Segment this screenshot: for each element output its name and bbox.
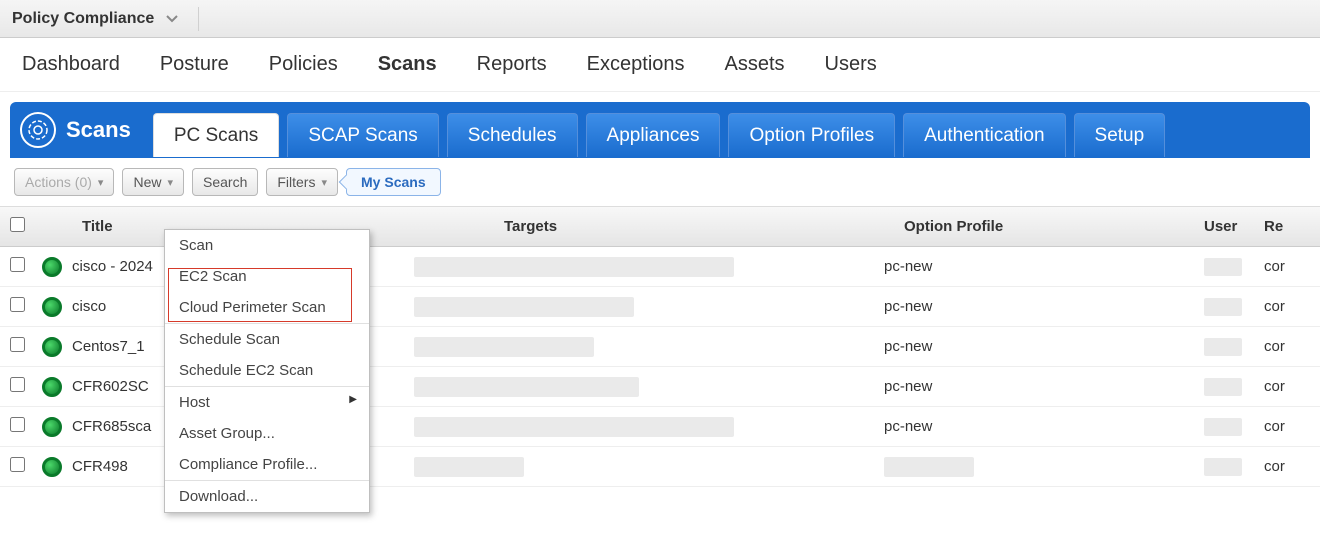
status-dot-icon [42,257,62,277]
user-value [1204,378,1242,396]
new-dropdown-menu: ScanEC2 ScanCloud Perimeter ScanSchedule… [164,229,370,513]
menu-host[interactable]: Host [165,386,369,418]
option-profile-value: pc-new [874,378,1194,395]
scan-title: CFR685sca [72,418,151,435]
toolbar: Actions (0) ▾ New ▾ Search Filters ▾ My … [0,158,1320,206]
section-header-label: Scans [66,117,131,143]
scan-title: Centos7_1 [72,338,145,355]
ref-value: cor [1254,458,1304,475]
targets-value [414,457,524,477]
module-bar: Policy Compliance [0,0,1320,38]
new-button[interactable]: New ▾ [122,168,184,196]
scan-title: cisco - 2024 [72,258,153,275]
status-dot-icon [42,297,62,317]
option-profile-value: pc-new [874,338,1194,355]
col-user[interactable]: User [1194,218,1254,235]
nav-exceptions[interactable]: Exceptions [587,53,685,76]
menu-download[interactable]: Download... [165,480,369,512]
targets-value [414,337,594,357]
scan-title: CFR498 [72,458,128,475]
ref-value: cor [1254,378,1304,395]
option-profile-value: pc-new [874,298,1194,315]
chevron-down-icon: ▾ [98,176,104,189]
menu-ec2-scan[interactable]: EC2 Scan [165,261,369,292]
user-value [1204,418,1242,436]
menu-scan[interactable]: Scan [165,230,369,261]
row-checkbox[interactable] [10,337,25,352]
scan-title: CFR602SC [72,378,149,395]
scan-title: cisco [72,298,106,315]
filters-button[interactable]: Filters ▾ [266,168,338,196]
menu-schedule-ec2-scan[interactable]: Schedule EC2 Scan [165,355,369,386]
user-value [1204,298,1242,316]
scans-logo-icon [20,112,56,148]
tab-pc-scans[interactable]: PC Scans [153,113,279,157]
section-header: Scans [20,112,131,148]
chevron-down-icon [166,15,178,23]
chevron-down-icon: ▾ [321,176,327,189]
menu-compliance-profile[interactable]: Compliance Profile... [165,449,369,480]
targets-value [414,257,734,277]
tab-scap-scans[interactable]: SCAP Scans [287,113,438,157]
row-checkbox[interactable] [10,417,25,432]
tab-appliances[interactable]: Appliances [586,113,721,157]
menu-schedule-scan[interactable]: Schedule Scan [165,323,369,355]
module-dropdown[interactable] [166,7,199,31]
search-button[interactable]: Search [192,168,258,196]
tab-option-profiles[interactable]: Option Profiles [728,113,895,157]
nav-posture[interactable]: Posture [160,53,229,76]
row-checkbox[interactable] [10,457,25,472]
menu-asset-group[interactable]: Asset Group... [165,418,369,449]
row-checkbox[interactable] [10,297,25,312]
tab-schedules[interactable]: Schedules [447,113,578,157]
targets-value [414,417,734,437]
user-value [1204,458,1242,476]
tab-authentication[interactable]: Authentication [903,113,1065,157]
user-value [1204,338,1242,356]
actions-button[interactable]: Actions (0) ▾ [14,168,114,196]
col-targets[interactable]: Targets [404,218,874,235]
option-profile-value: pc-new [874,258,1194,275]
ref-value: cor [1254,298,1304,315]
option-profile-value: pc-new [874,418,1194,435]
nav-dashboard[interactable]: Dashboard [22,53,120,76]
module-title: Policy Compliance [12,10,154,28]
sub-nav-bar: Scans PC ScansSCAP ScansSchedulesApplian… [10,102,1310,158]
status-dot-icon [42,337,62,357]
option-profile-value [874,457,1194,477]
main-nav: Dashboard Posture Policies Scans Reports Exce… [0,38,1320,92]
ref-value: cor [1254,338,1304,355]
col-ref[interactable]: Re [1254,218,1304,235]
nav-assets[interactable]: Assets [725,53,785,76]
row-checkbox[interactable] [10,377,25,392]
row-checkbox[interactable] [10,257,25,272]
status-dot-icon [42,377,62,397]
tab-setup[interactable]: Setup [1074,113,1166,157]
ref-value: cor [1254,418,1304,435]
nav-scans[interactable]: Scans [378,53,437,76]
ref-value: cor [1254,258,1304,275]
user-value [1204,258,1242,276]
targets-value [414,377,639,397]
my-scans-filter[interactable]: My Scans [346,168,441,196]
chevron-down-icon: ▾ [167,176,173,189]
col-option[interactable]: Option Profile [874,218,1194,235]
select-all-checkbox[interactable] [10,217,25,232]
status-dot-icon [42,417,62,437]
targets-value [414,297,634,317]
nav-policies[interactable]: Policies [269,53,338,76]
nav-reports[interactable]: Reports [477,53,547,76]
status-dot-icon [42,457,62,477]
menu-cloud-perimeter-scan[interactable]: Cloud Perimeter Scan [165,292,369,323]
nav-users[interactable]: Users [825,53,877,76]
